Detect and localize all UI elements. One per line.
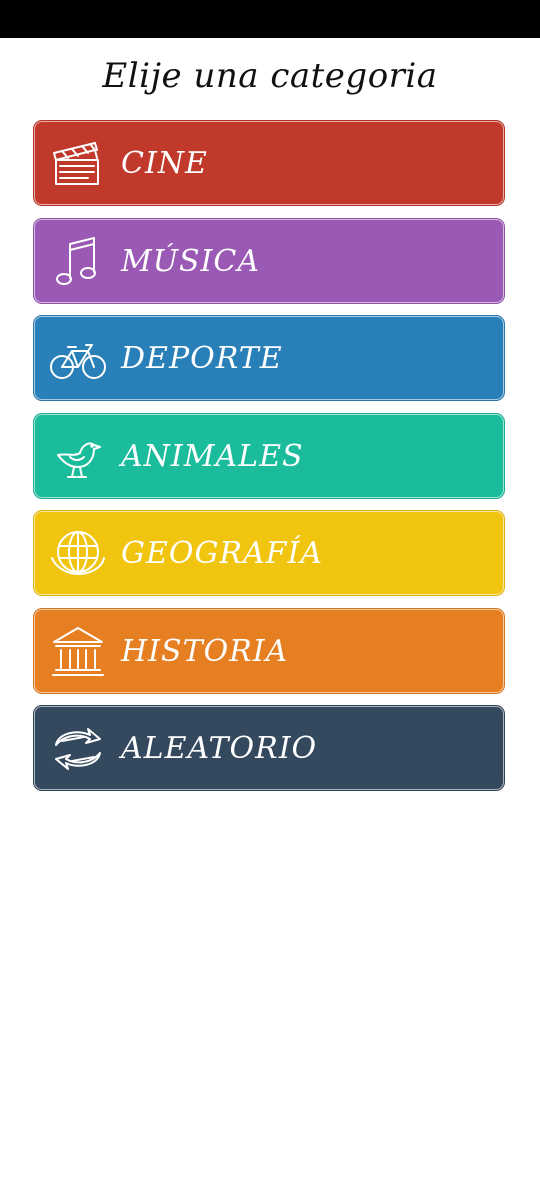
category-button-geografia[interactable]: GEOGRAFÍA	[33, 510, 505, 596]
category-list: CINE MÚSICA DEPORTE ANIMALES GEOGRAFÍA H…	[33, 120, 505, 803]
museum-icon	[48, 622, 108, 682]
category-label: ANIMALES	[121, 438, 304, 474]
category-label: MÚSICA	[121, 243, 261, 279]
category-label: HISTORIA	[121, 633, 289, 669]
category-label: CINE	[121, 146, 208, 181]
globe-icon	[48, 524, 108, 584]
category-label: DEPORTE	[121, 341, 283, 376]
page-title: Elije una categoria	[102, 56, 438, 96]
bird-icon	[48, 427, 108, 487]
category-button-animales[interactable]: ANIMALES	[33, 412, 505, 499]
music-note-icon	[48, 232, 108, 292]
category-label: GEOGRAFÍA	[121, 536, 324, 571]
status-bar	[0, 0, 540, 38]
category-button-deporte[interactable]: DEPORTE	[33, 315, 505, 401]
bicycle-icon	[48, 329, 108, 389]
category-button-musica[interactable]: MÚSICA	[33, 217, 505, 304]
category-button-cine[interactable]: CINE	[33, 120, 505, 206]
film-clapper-icon	[48, 134, 108, 194]
category-button-aleatorio[interactable]: ALEATORIO	[33, 705, 505, 791]
category-label: ALEATORIO	[121, 731, 318, 766]
category-button-historia[interactable]: HISTORIA	[33, 607, 505, 694]
shuffle-arrows-icon	[48, 719, 108, 779]
